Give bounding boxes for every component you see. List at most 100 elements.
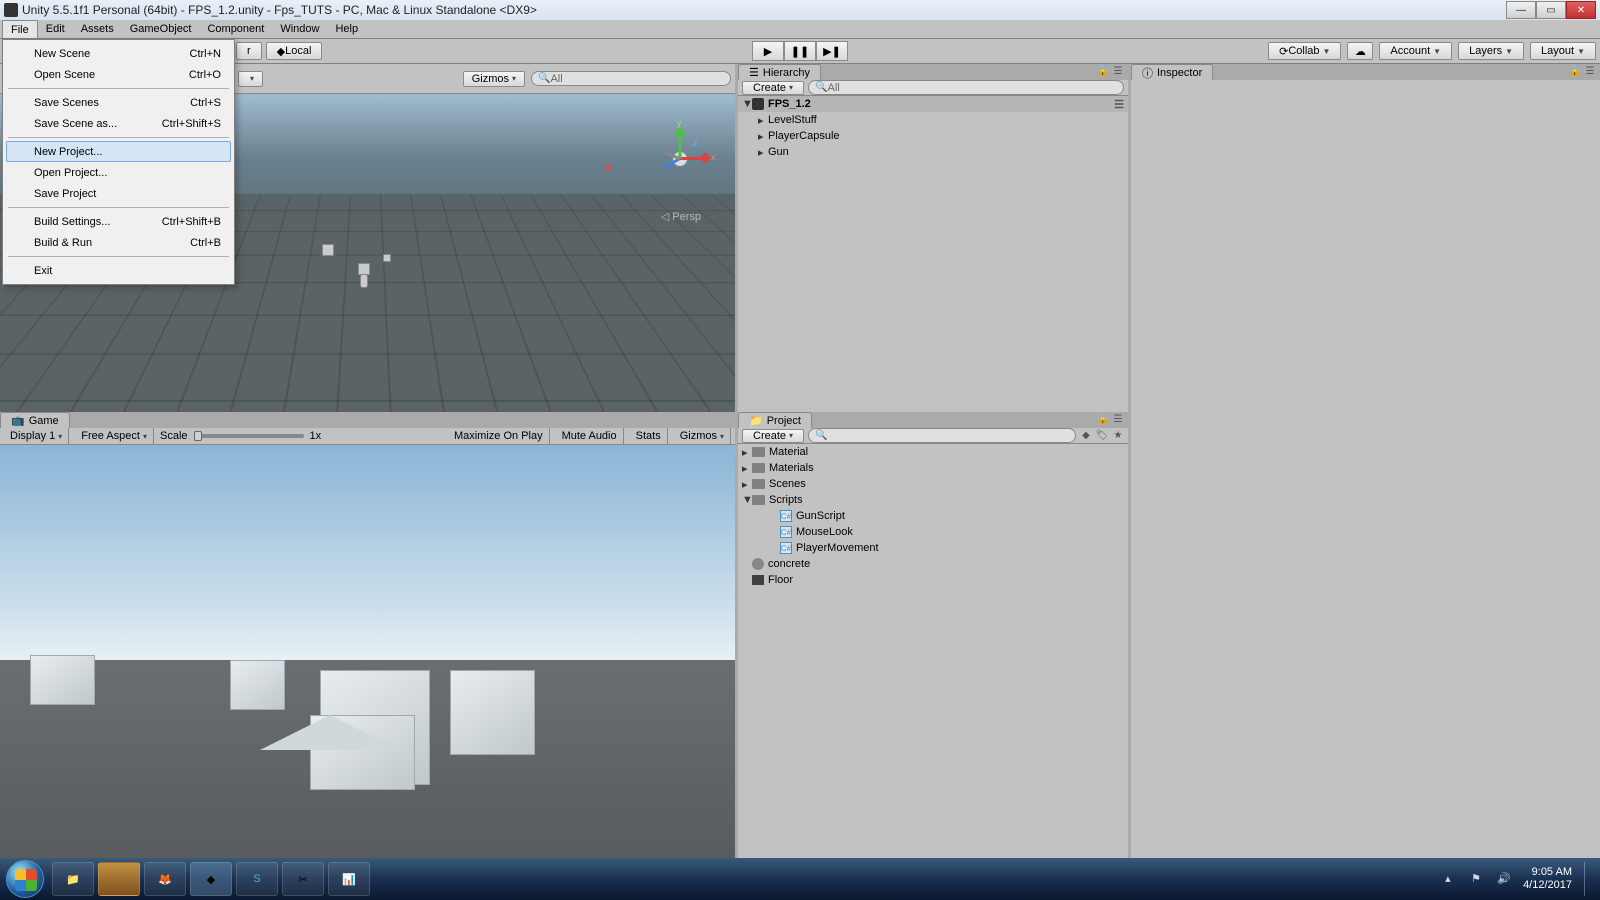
project-script[interactable]: C#GunScript (738, 508, 1128, 524)
layers-button[interactable]: Layers▼ (1458, 42, 1524, 60)
game-cube (30, 655, 95, 705)
lock-icon[interactable]: 🔒 (1097, 413, 1109, 425)
menu-gameobject[interactable]: GameObject (122, 20, 200, 38)
scene-search-input[interactable]: 🔍All (531, 71, 731, 86)
game-cube (230, 660, 285, 710)
panel-menu-icon[interactable]: ☰ (1112, 65, 1124, 77)
texture-icon (752, 575, 764, 585)
tray-action-center-icon[interactable]: ⚑ (1471, 872, 1485, 886)
game-ramp (260, 715, 400, 750)
hierarchy-tree[interactable]: ▼FPS_1.2 ☰ ▸LevelStuff ▸PlayerCapsule ▸G… (738, 96, 1128, 412)
menu-assets[interactable]: Assets (73, 20, 122, 38)
show-desktop-button[interactable] (1584, 862, 1594, 896)
step-button[interactable]: ▶❚ (816, 41, 848, 61)
project-folder[interactable]: ▸Materials (738, 460, 1128, 476)
hierarchy-scene-row[interactable]: ▼FPS_1.2 ☰ (738, 96, 1128, 112)
project-tab[interactable]: 📁 Project (738, 412, 812, 428)
stats-toggle[interactable]: Stats (630, 428, 668, 444)
scene-light-icon (605, 164, 611, 170)
file-menu-item[interactable]: Build & RunCtrl+B (6, 232, 231, 253)
inspector-body (1131, 96, 1600, 858)
taskbar-explorer[interactable]: 📁 (52, 862, 94, 896)
panel-menu-icon[interactable]: ☰ (1584, 65, 1596, 77)
menu-window[interactable]: Window (272, 20, 327, 38)
tray-volume-icon[interactable]: 🔊 (1497, 872, 1511, 886)
project-folder[interactable]: ▼Scripts (738, 492, 1128, 508)
taskbar-app2[interactable]: 📊 (328, 862, 370, 896)
window-close-button[interactable]: ✕ (1566, 1, 1596, 19)
project-script[interactable]: C#MouseLook (738, 524, 1128, 540)
folder-icon (752, 463, 765, 473)
file-menu-item[interactable]: Save ScenesCtrl+S (6, 92, 231, 113)
project-script[interactable]: C#PlayerMovement (738, 540, 1128, 556)
taskbar-snip[interactable]: ✂ (282, 862, 324, 896)
maximize-toggle[interactable]: Maximize On Play (448, 428, 550, 444)
main-toolbar: r ◆ Local ▶ ❚❚ ▶❚ ⟳ Collab▼ ☁ Account▼ L… (0, 39, 1600, 64)
file-menu-item[interactable]: New Project... (6, 141, 231, 162)
material-icon (752, 558, 764, 570)
panel-menu-icon[interactable]: ☰ (1112, 413, 1124, 425)
scene-object-cube (322, 244, 334, 256)
menu-edit[interactable]: Edit (38, 20, 73, 38)
game-tab[interactable]: 📺 Game (0, 412, 70, 428)
taskbar-app[interactable] (98, 862, 140, 896)
inspector-tab[interactable]: ⓘ Inspector (1131, 64, 1213, 80)
windows-taskbar: 📁 🦊 ◆ S ✂ 📊 ▴ ⚑ 🔊 9:05 AM 4/12/2017 (0, 858, 1600, 900)
layout-button[interactable]: Layout▼ (1530, 42, 1596, 60)
filter-label-icon[interactable]: 🏷 (1096, 430, 1108, 442)
hierarchy-item-gun[interactable]: ▸Gun (738, 144, 1128, 160)
pivot-toggle[interactable]: r (236, 42, 262, 60)
project-create-button[interactable]: Create▾ (742, 429, 804, 443)
collab-button[interactable]: ⟳ Collab▼ (1268, 42, 1341, 60)
taskbar-unity[interactable]: ◆ (190, 862, 232, 896)
window-maximize-button[interactable]: ▭ (1536, 1, 1566, 19)
local-toggle[interactable]: ◆ Local (266, 42, 323, 60)
menu-file[interactable]: File (2, 20, 38, 38)
display-dropdown[interactable]: Display 1 ▾ (4, 428, 69, 444)
file-menu-item[interactable]: Save Scene as...Ctrl+Shift+S (6, 113, 231, 134)
menu-component[interactable]: Component (199, 20, 272, 38)
csharp-icon: C# (780, 542, 792, 554)
project-folder[interactable]: ▸Scenes (738, 476, 1128, 492)
scene-gizmos-button[interactable]: Gizmos▾ (463, 71, 525, 87)
project-asset[interactable]: concrete (738, 556, 1128, 572)
favorite-icon[interactable]: ★ (1112, 430, 1124, 442)
project-search-input[interactable]: 🔍 (808, 428, 1076, 443)
orientation-gizmo[interactable]: x y z (645, 124, 715, 194)
hierarchy-tab[interactable]: ☰ Hierarchy (738, 64, 821, 80)
play-button[interactable]: ▶ (752, 41, 784, 61)
tray-show-hidden-icon[interactable]: ▴ (1445, 872, 1459, 886)
lock-icon[interactable]: 🔒 (1569, 65, 1581, 77)
file-menu-item[interactable]: Open SceneCtrl+O (6, 64, 231, 85)
taskbar-firefox[interactable]: 🦊 (144, 862, 186, 896)
hierarchy-item-playercapsule[interactable]: ▸PlayerCapsule (738, 128, 1128, 144)
file-menu-item[interactable]: Exit (6, 260, 231, 281)
pause-button[interactable]: ❚❚ (784, 41, 816, 61)
menu-help[interactable]: Help (327, 20, 366, 38)
persp-label[interactable]: ◁ Persp (661, 210, 701, 223)
file-menu-item[interactable]: Save Project (6, 183, 231, 204)
project-tree[interactable]: ▸Material▸Materials▸Scenes▼ScriptsC#GunS… (738, 444, 1128, 858)
project-asset[interactable]: Floor (738, 572, 1128, 588)
taskbar-skype[interactable]: S (236, 862, 278, 896)
window-minimize-button[interactable]: — (1506, 1, 1536, 19)
filter-type-icon[interactable]: ◆ (1080, 430, 1092, 442)
mute-toggle[interactable]: Mute Audio (556, 428, 624, 444)
account-button[interactable]: Account▼ (1379, 42, 1452, 60)
scene-shading-dropdown[interactable]: ▾ (238, 71, 263, 87)
scale-slider[interactable] (194, 434, 304, 438)
file-menu-item[interactable]: Open Project... (6, 162, 231, 183)
file-menu-item[interactable]: Build Settings...Ctrl+Shift+B (6, 211, 231, 232)
menubar: File Edit Assets GameObject Component Wi… (0, 20, 1600, 39)
hierarchy-item-levelstuff[interactable]: ▸LevelStuff (738, 112, 1128, 128)
system-clock[interactable]: 9:05 AM 4/12/2017 (1523, 866, 1572, 892)
cloud-button[interactable]: ☁ (1347, 42, 1373, 60)
hierarchy-search-input[interactable]: 🔍All (808, 80, 1124, 95)
start-button[interactable] (6, 860, 44, 898)
project-folder[interactable]: ▸Material (738, 444, 1128, 460)
aspect-dropdown[interactable]: Free Aspect ▾ (75, 428, 154, 444)
lock-icon[interactable]: 🔒 (1097, 65, 1109, 77)
hierarchy-create-button[interactable]: Create▾ (742, 81, 804, 95)
game-gizmos-button[interactable]: Gizmos▾ (674, 428, 731, 444)
file-menu-item[interactable]: New SceneCtrl+N (6, 43, 231, 64)
